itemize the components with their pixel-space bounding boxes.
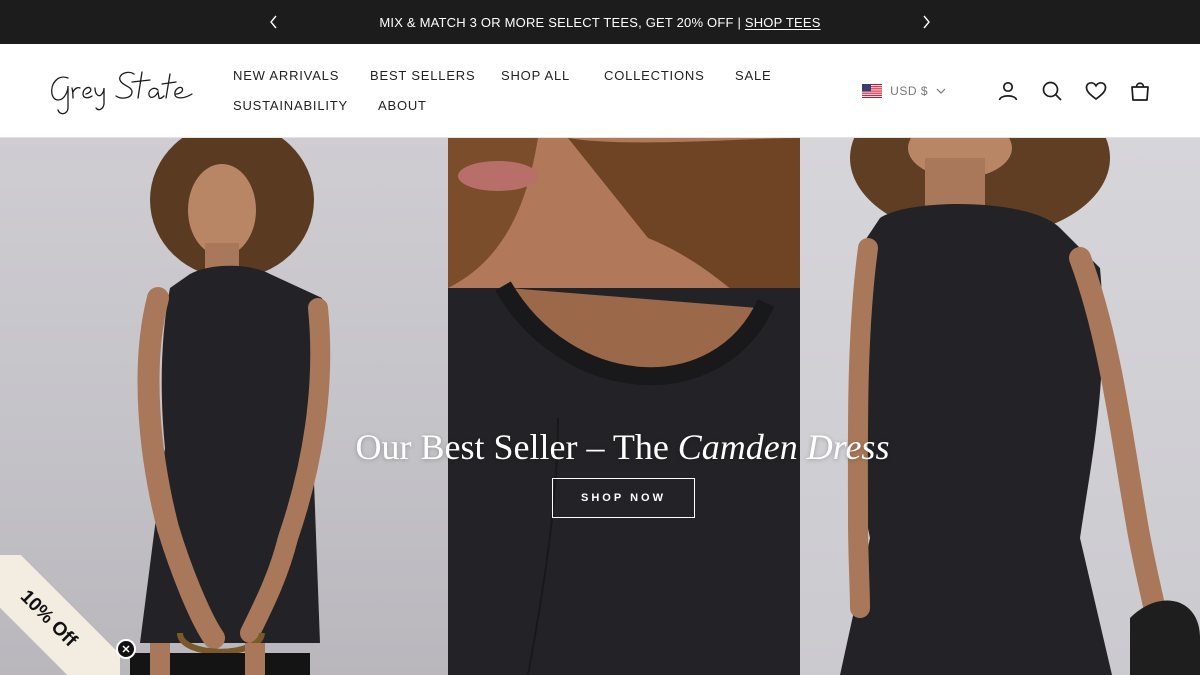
currency-selector[interactable]: USD $ bbox=[862, 84, 946, 98]
nav-sale[interactable]: SALE bbox=[735, 68, 771, 83]
chevron-down-icon bbox=[936, 88, 946, 94]
cart-icon[interactable] bbox=[1128, 79, 1152, 103]
hero-title-prefix: Our Best Seller – The bbox=[355, 427, 678, 467]
announcement-prev-button[interactable] bbox=[262, 10, 286, 34]
announcement-text: MIX & MATCH 3 OR MORE SELECT TEES, GET 2… bbox=[379, 15, 820, 30]
wishlist-icon[interactable] bbox=[1084, 79, 1108, 103]
nav-new-arrivals[interactable]: NEW ARRIVALS bbox=[233, 68, 339, 83]
us-flag-icon bbox=[862, 84, 883, 98]
announcement-message: MIX & MATCH 3 OR MORE SELECT TEES, GET 2… bbox=[379, 14, 745, 30]
brand-logo[interactable] bbox=[48, 64, 196, 118]
search-icon[interactable] bbox=[1040, 79, 1064, 103]
hero-image-right bbox=[800, 138, 1200, 675]
hero-banner[interactable]: Our Best Seller – The Camden Dress SHOP … bbox=[0, 138, 1200, 675]
nav-shop-all[interactable]: SHOP ALL bbox=[501, 68, 570, 83]
nav-best-sellers[interactable]: BEST SELLERS bbox=[370, 68, 475, 83]
nav-about[interactable]: ABOUT bbox=[378, 98, 427, 113]
model-closeup-image bbox=[448, 138, 800, 675]
shop-now-button[interactable]: SHOP NOW bbox=[552, 478, 695, 518]
ribbon-close-button[interactable] bbox=[116, 639, 136, 659]
shop-tees-link[interactable]: SHOP TEES bbox=[745, 15, 821, 30]
chevron-left-icon bbox=[270, 15, 277, 29]
model-three-quarter-image bbox=[840, 138, 1200, 675]
nav-collections[interactable]: COLLECTIONS bbox=[604, 68, 705, 83]
announcement-bar: MIX & MATCH 3 OR MORE SELECT TEES, GET 2… bbox=[0, 0, 1200, 44]
close-icon bbox=[122, 645, 130, 653]
discount-ribbon[interactable]: 10% Off bbox=[0, 555, 120, 675]
currency-label: USD $ bbox=[890, 84, 928, 98]
hero-title-emphasis: Camden Dress bbox=[677, 427, 890, 467]
hero-title: Our Best Seller – The Camden Dress bbox=[0, 426, 1200, 468]
header-tools: USD $ bbox=[862, 78, 1152, 104]
discount-ribbon-label[interactable]: 10% Off bbox=[0, 555, 120, 675]
hero-image-center bbox=[448, 138, 800, 675]
site-header: NEW ARRIVALS BEST SELLERS SHOP ALL COLLE… bbox=[0, 44, 1200, 138]
nav-sustainability[interactable]: SUSTAINABILITY bbox=[233, 98, 348, 113]
announcement-next-button[interactable] bbox=[914, 10, 938, 34]
account-icon[interactable] bbox=[996, 79, 1020, 103]
chevron-right-icon bbox=[923, 15, 930, 29]
